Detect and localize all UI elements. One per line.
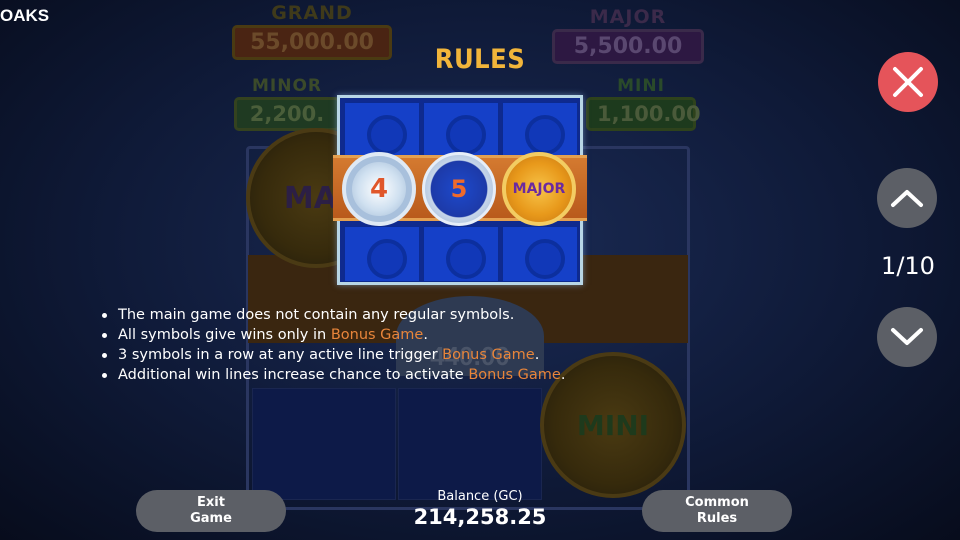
rule-suffix: . — [560, 367, 566, 383]
grid-cell — [423, 226, 499, 282]
background-reel-cell — [252, 388, 396, 500]
rule-text: The main game does not contain any regul… — [118, 307, 515, 323]
jackpot-minor-value: 2,200. — [234, 97, 340, 131]
chevron-down-icon — [891, 328, 923, 345]
bonus-game-highlight: Bonus Game — [442, 347, 535, 363]
grid-cell — [423, 102, 499, 158]
balance-label: Balance (GC) — [437, 489, 523, 504]
coin-blue-5: 5 — [422, 152, 496, 226]
jackpot-mini-name: MINI — [617, 76, 665, 96]
coin-gold-major: MAJOR — [502, 152, 576, 226]
coin-silver-4: 4 — [342, 152, 416, 226]
bonus-game-highlight: Bonus Game — [330, 327, 424, 343]
common-rules-button[interactable]: Common Rules — [642, 490, 792, 532]
balance-value: 214,258.25 — [413, 505, 547, 529]
chevron-up-icon — [891, 190, 923, 207]
previous-page-button[interactable] — [877, 168, 937, 228]
rules-title: RULES — [434, 44, 526, 75]
common-rules-label-line1: Common — [685, 495, 749, 510]
next-page-button[interactable] — [877, 307, 937, 367]
bonus-game-highlight: Bonus Game — [468, 367, 561, 383]
rule-item: All symbols give wins only in Bonus Game… — [100, 325, 700, 345]
jackpot-major-name: MAJOR — [589, 6, 667, 28]
rule-item: 3 symbols in a row at any active line tr… — [100, 345, 700, 365]
exit-game-label-line1: Exit — [197, 495, 225, 510]
balance-display: Balance (GC) 214,258.25 — [380, 489, 580, 529]
exit-game-button[interactable]: Exit Game — [136, 490, 286, 532]
page-indicator: 1/10 — [881, 252, 935, 280]
rules-list: The main game does not contain any regul… — [100, 305, 700, 385]
jackpot-mini-value: 1,100.00 — [586, 97, 701, 131]
rule-text: 3 symbols in a row at any active line tr… — [118, 347, 443, 363]
jackpot-mini: MINI 1,100.00 — [586, 76, 701, 131]
common-rules-label-line2: Rules — [696, 511, 738, 526]
grid-cell — [344, 102, 420, 158]
grid-cell — [344, 226, 420, 282]
background-reel-cell — [398, 388, 542, 500]
exit-game-label-line2: Game — [190, 511, 232, 526]
rule-suffix: . — [423, 327, 428, 343]
rule-suffix: . — [534, 347, 540, 363]
jackpot-minor-name: MINOR — [251, 76, 322, 96]
jackpot-grand-name: GRAND — [271, 2, 353, 24]
rule-item: Additional win lines increase chance to … — [100, 365, 700, 385]
grid-cell — [502, 226, 578, 282]
rule-text: Additional win lines increase chance to … — [118, 367, 469, 383]
brand-label: OAKS — [0, 6, 50, 25]
close-icon — [893, 67, 923, 97]
close-button[interactable] — [878, 52, 938, 112]
rule-text: All symbols give wins only in — [118, 327, 331, 343]
grid-cell — [502, 102, 578, 158]
jackpot-minor: MINOR 2,200. — [234, 76, 340, 131]
rule-item: The main game does not contain any regul… — [100, 305, 700, 325]
